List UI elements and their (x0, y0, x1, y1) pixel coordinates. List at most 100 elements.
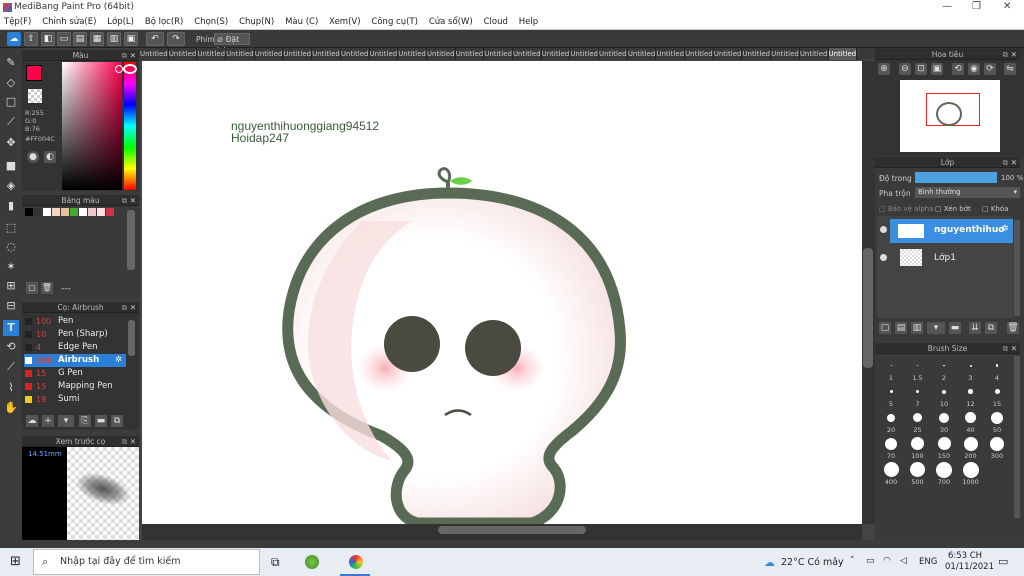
palette-swatch[interactable] (97, 208, 105, 216)
close-icon[interactable]: ✕ (130, 195, 136, 206)
eyedropper-tool-icon[interactable]: ⌇ (3, 380, 19, 396)
brush-item[interactable]: 15 Mapping Pen (24, 380, 126, 393)
popout-icon[interactable]: ⧉ (122, 195, 127, 206)
task-view-icon[interactable]: ⧉ (271, 555, 280, 570)
restore-icon[interactable]: ❐ (972, 1, 981, 12)
hue-slider[interactable] (124, 62, 136, 190)
menu-snap[interactable]: Chụp(N) (235, 15, 278, 29)
horizontal-scrollbar-thumb[interactable] (438, 526, 586, 534)
search-box[interactable]: ⌕ Nhập tại đây để tìm kiếm (33, 549, 260, 575)
document-tab[interactable]: Untitled (714, 48, 743, 60)
secondary-color-swatch[interactable] (28, 89, 42, 103)
brush-item[interactable]: 100 Pen (24, 315, 126, 328)
layer-add-menu-icon[interactable]: ▾ (927, 322, 945, 334)
brush-item[interactable]: 19 Sumi (24, 393, 126, 406)
palette-icon[interactable]: ● (27, 151, 39, 163)
menu-help[interactable]: Help (515, 15, 542, 29)
brush-item-selected[interactable]: 200 Airbrush ✲ (24, 354, 126, 367)
layer-row-selected[interactable]: nguyenthihuonggiang94512 ✲ (890, 219, 1013, 243)
popout-icon[interactable]: ⧉ (122, 436, 127, 447)
duplicate-layer-icon[interactable]: ⧉ (985, 322, 997, 334)
wifi-icon[interactable]: ◠ (883, 556, 891, 566)
popout-icon[interactable]: ⧉ (1003, 49, 1008, 60)
brush-size-option[interactable]: 300 (985, 435, 1009, 460)
menu-filter[interactable]: Bộ lọc(R) (141, 15, 188, 29)
lock-toggle[interactable]: ▢ Khóa (982, 205, 1008, 213)
lasso-tool-icon[interactable]: ◌ (3, 239, 19, 255)
brush-size-option[interactable]: 70 (879, 435, 903, 460)
brush-size-option[interactable]: 1 (879, 357, 903, 382)
network-icon[interactable]: ▭ (866, 556, 875, 566)
app-icon-1[interactable] (305, 555, 319, 569)
merge-down-icon[interactable]: ⇊ (969, 322, 981, 334)
menu-view[interactable]: Xem(V) (325, 15, 364, 29)
panel-icon[interactable]: ▥ (107, 32, 121, 46)
gear-icon[interactable]: ✲ (1001, 224, 1009, 234)
palette-swatch[interactable] (88, 208, 96, 216)
popout-icon[interactable]: ⧉ (1003, 343, 1008, 354)
close-icon[interactable]: ✕ (130, 436, 136, 447)
eye-icon[interactable] (880, 226, 887, 233)
actual-size-icon[interactable]: ▣ (931, 63, 943, 75)
brush-size-scrollbar[interactable] (1014, 356, 1020, 518)
palette-swatch[interactable] (106, 208, 114, 216)
rotate-reset-icon[interactable]: ◉ (968, 63, 980, 75)
brush-size-option[interactable]: 7 (906, 383, 930, 408)
duplicate-icon[interactable]: ⧉ (111, 415, 123, 427)
redo-icon[interactable]: ↷ (167, 32, 185, 46)
document-tab[interactable]: Untitled (255, 48, 284, 60)
document-tab[interactable]: Untitled (197, 48, 227, 60)
gradient-tool-icon[interactable]: ▮ (3, 198, 19, 214)
magic-wand-tool-icon[interactable]: ✶ (3, 259, 19, 275)
brush-item[interactable]: 10 Pen (Sharp) (24, 328, 126, 341)
select-tool-icon[interactable]: ⬚ (3, 220, 19, 236)
rotate-right-icon[interactable]: ⟳ (984, 63, 996, 75)
hand-tool-icon[interactable]: ✋ (3, 400, 19, 416)
operation-tool-icon[interactable]: ⟲ (3, 339, 19, 355)
document-tab[interactable]: Untitled (427, 48, 456, 60)
brush-size-option[interactable]: 15 (985, 383, 1009, 408)
popout-icon[interactable]: ⧉ (122, 302, 127, 313)
text-tool-icon[interactable]: T (3, 320, 19, 336)
delete-layer-icon[interactable]: 🗑 (1007, 322, 1019, 334)
brush-size-option[interactable]: 500 (906, 461, 930, 486)
document-tab[interactable]: Untitled (226, 48, 255, 60)
document-tab[interactable]: Untitled (456, 48, 485, 60)
document-tab[interactable]: Untitled (656, 48, 686, 60)
cloud-brush-icon[interactable]: ☁ (26, 415, 38, 427)
language-indicator[interactable]: ENG (919, 557, 937, 567)
menu-edit[interactable]: Chỉnh sửa(E) (38, 15, 100, 29)
document-tab[interactable]: Untitled (771, 48, 800, 60)
brush-size-option[interactable]: 400 (879, 461, 903, 486)
document-tab[interactable]: Untitled (828, 48, 858, 60)
comment-icon[interactable]: ▭ (57, 32, 71, 46)
close-icon[interactable]: ✕ (130, 302, 136, 313)
palette-swatch[interactable] (52, 208, 60, 216)
notification-icon[interactable]: ▭ (998, 555, 1008, 568)
layer-row[interactable]: nguyenthihuonggiang94512 ✲ (878, 219, 1013, 243)
close-icon[interactable]: ✕ (1011, 157, 1017, 168)
brush-size-option[interactable]: 3 (959, 357, 983, 382)
document-tab[interactable]: Untitled (628, 48, 657, 60)
eye-icon[interactable] (880, 254, 887, 261)
eraser-tool-icon[interactable]: ◇ (3, 75, 19, 91)
color-settings-icon[interactable]: ◐ (44, 151, 56, 163)
clipping-toggle[interactable]: ▢ Xén bớt (935, 205, 971, 213)
palette-scrollbar[interactable] (127, 210, 135, 270)
document-tab[interactable]: Untitled (484, 48, 513, 60)
grid-icon[interactable]: ▦ (90, 32, 104, 46)
brush-size-option[interactable]: 10 (932, 383, 956, 408)
menu-file[interactable]: Tệp(F) (0, 15, 35, 29)
volume-icon[interactable]: ◁ (900, 556, 907, 566)
brush-size-option[interactable]: 30 (932, 409, 956, 434)
document-tab[interactable]: Untitled (570, 48, 599, 60)
brush-settings-icon[interactable]: ▾ (58, 415, 74, 427)
layout-icon[interactable]: ▣ (124, 32, 138, 46)
brush-size-option[interactable]: 50 (985, 409, 1009, 434)
brush-size-option[interactable]: 5 (879, 383, 903, 408)
upload-icon[interactable]: ⇪ (24, 32, 38, 46)
brush-size-option[interactable]: 4 (985, 357, 1009, 382)
close-icon[interactable]: ✕ (1011, 343, 1017, 354)
document-tab[interactable]: Untitled (140, 48, 169, 60)
new-halftone-layer-icon[interactable]: ▤ (895, 322, 907, 334)
